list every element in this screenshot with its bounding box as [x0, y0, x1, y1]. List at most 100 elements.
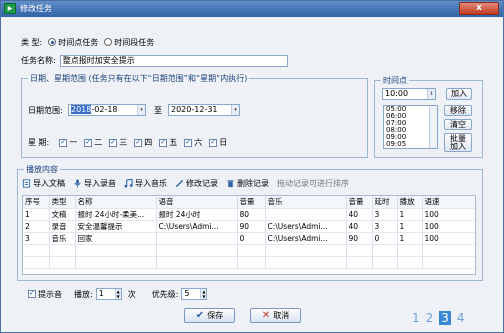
table-cell: 录音 [49, 220, 76, 233]
app-icon: ▶ [4, 3, 16, 14]
table-cell: C:\Users\Admi... [265, 232, 347, 245]
table-cell: 1 [397, 232, 423, 245]
radio-time-period[interactable]: 时间段任务 [104, 37, 154, 48]
prompt-tone-toggle[interactable]: 提示音 [28, 289, 62, 300]
delete-record-label: 删除记录 [237, 178, 269, 188]
table-cell: 2 [23, 220, 50, 233]
trash-icon [227, 179, 234, 187]
table-cell: 100 [422, 232, 475, 245]
week-label: 星 期: [28, 138, 50, 147]
edit-record-button[interactable]: 修改记录 [175, 178, 218, 189]
import-recording-button[interactable]: 导入录音 [73, 178, 116, 189]
table-cell: 0 [237, 232, 266, 245]
import-recording-label: 导入录音 [84, 178, 116, 188]
document-icon [22, 178, 31, 188]
column-header[interactable]: 名称 [75, 196, 157, 209]
weekday-mon[interactable]: 一 [59, 137, 77, 148]
weekday-sun[interactable]: 日 [209, 137, 227, 148]
table-cell: 3 [372, 220, 398, 233]
delete-record-button[interactable]: 删除记录 [226, 178, 269, 189]
import-document-button[interactable]: 导入文稿 [22, 178, 65, 189]
page-number[interactable]: 1 [412, 311, 420, 325]
play-count-stepper[interactable]: 1 ▲ ▼ [95, 288, 122, 300]
play-content-group-title: 播放内容 [24, 164, 60, 175]
drag-sort-hint: 拖动记录可进行排序 [277, 178, 349, 188]
date-range-label: 日期范围: [28, 106, 63, 115]
time-point-group-title: 时间点 [381, 75, 409, 86]
weekday-wed-checkbox[interactable] [109, 138, 118, 147]
radio-time-point-indicator[interactable] [48, 38, 57, 46]
to-label: 至 [154, 106, 162, 115]
start-date-input[interactable]: 2018-02-18 ▾ [68, 104, 146, 116]
weekday-sat[interactable]: 六 [184, 137, 202, 148]
weekday-tue-checkbox[interactable] [84, 138, 93, 147]
time-spin-icon[interactable]: ⇕ [427, 89, 435, 99]
table-row[interactable]: 2 录音 安全温馨提示 C:\Users\Admi... 90 C:\Users… [23, 220, 475, 233]
task-type-label: 类 型: [21, 37, 43, 47]
table-cell: 3 [372, 208, 398, 221]
column-header[interactable]: 语音 [156, 196, 238, 209]
column-header[interactable]: 延时 [372, 196, 398, 209]
weekday-tue[interactable]: 二 [84, 137, 102, 148]
column-header[interactable]: 语速 [422, 196, 475, 209]
add-time-button[interactable]: 加入 [446, 88, 472, 100]
play-toolbar: 导入文稿 导入录音 导入音乐 修改记录 删除记录 拖动记录可进行排序 [22, 177, 349, 189]
table-cell [265, 208, 347, 221]
weekday-wed[interactable]: 三 [109, 137, 127, 148]
column-header[interactable]: 播放 [397, 196, 423, 209]
table-row[interactable]: 1 文稿 报时 24小时-柔美... 报时 24小时 80 40 3 1 100 [23, 208, 475, 221]
table-row [23, 256, 475, 269]
priority-spin-icon[interactable]: ▲ ▼ [200, 289, 207, 299]
start-date-calendar-icon[interactable]: ▾ [137, 105, 145, 115]
close-button[interactable]: x [459, 2, 499, 15]
weekday-mon-checkbox[interactable] [59, 138, 68, 147]
end-date-calendar-icon[interactable]: ▾ [231, 105, 239, 115]
time-input[interactable]: 10:00 ⇕ [382, 88, 436, 100]
task-name-input[interactable]: 整点报时加安全提示 [59, 54, 288, 67]
start-date-rest: -02-18 [91, 105, 118, 114]
import-music-label: 导入音乐 [135, 178, 167, 188]
table-cell: 回家 [75, 232, 157, 245]
play-records-table[interactable]: 序号 类型 名称 语音 音量 音乐 音量 延时 播放 语速 1 文稿 报时 24… [22, 195, 476, 275]
batch-add-button[interactable]: 批量 加入 [444, 133, 472, 152]
radio-time-period-label: 时间段任务 [114, 37, 155, 47]
time-list-scrollbar[interactable] [429, 106, 437, 148]
time-list[interactable]: 05:00 06:00 07:00 08:00 09:00 09:05 [383, 105, 438, 149]
cancel-button[interactable]: ✕ 取消 [250, 308, 301, 323]
clear-times-button[interactable]: 清空 [444, 119, 472, 130]
save-label: 保存 [207, 311, 224, 320]
table-header-row: 序号 类型 名称 语音 音量 音乐 音量 延时 播放 语速 [23, 196, 475, 209]
column-header[interactable]: 序号 [23, 196, 50, 209]
weekday-sun-checkbox[interactable] [209, 138, 218, 147]
weekday-fri-label: 五 [169, 138, 178, 147]
weekday-fri-checkbox[interactable] [159, 138, 168, 147]
table-cell: 90 [237, 220, 266, 233]
page-number-current[interactable]: 3 [439, 311, 451, 325]
time-input-value: 10:00 [385, 89, 409, 98]
weekday-sat-checkbox[interactable] [184, 138, 193, 147]
weekday-thu[interactable]: 四 [134, 137, 152, 148]
table-row[interactable]: 3 音乐 回家 0 C:\Users\Admi... 90 0 1 100 [23, 232, 475, 245]
play-count-spin-icon[interactable]: ▲ ▼ [114, 289, 121, 299]
column-header[interactable]: 音乐 [265, 196, 347, 209]
page-number[interactable]: 2 [426, 311, 434, 325]
column-header[interactable]: 音量 [346, 196, 373, 209]
remove-time-button[interactable]: 移除 [444, 105, 472, 116]
table-row [23, 244, 475, 257]
end-date-input[interactable]: 2020-12-31 ▾ [168, 104, 240, 116]
table-cell: 报时 24小时 [156, 208, 238, 221]
prompt-tone-checkbox[interactable] [28, 289, 36, 298]
page-number[interactable]: 4 [457, 311, 465, 325]
table-cell [156, 232, 238, 245]
radio-time-point[interactable]: 时间点任务 [48, 37, 98, 48]
priority-stepper[interactable]: 5 ▲ ▼ [181, 288, 208, 300]
table-cell: 100 [422, 220, 475, 233]
import-document-label: 导入文稿 [33, 178, 65, 188]
import-music-button[interactable]: 导入音乐 [124, 178, 167, 189]
weekday-thu-checkbox[interactable] [134, 138, 143, 147]
column-header[interactable]: 类型 [49, 196, 76, 209]
weekday-fri[interactable]: 五 [159, 137, 177, 148]
column-header[interactable]: 音量 [237, 196, 266, 209]
radio-time-period-indicator[interactable] [104, 38, 113, 46]
save-button[interactable]: ✔ 保存 [184, 308, 235, 323]
